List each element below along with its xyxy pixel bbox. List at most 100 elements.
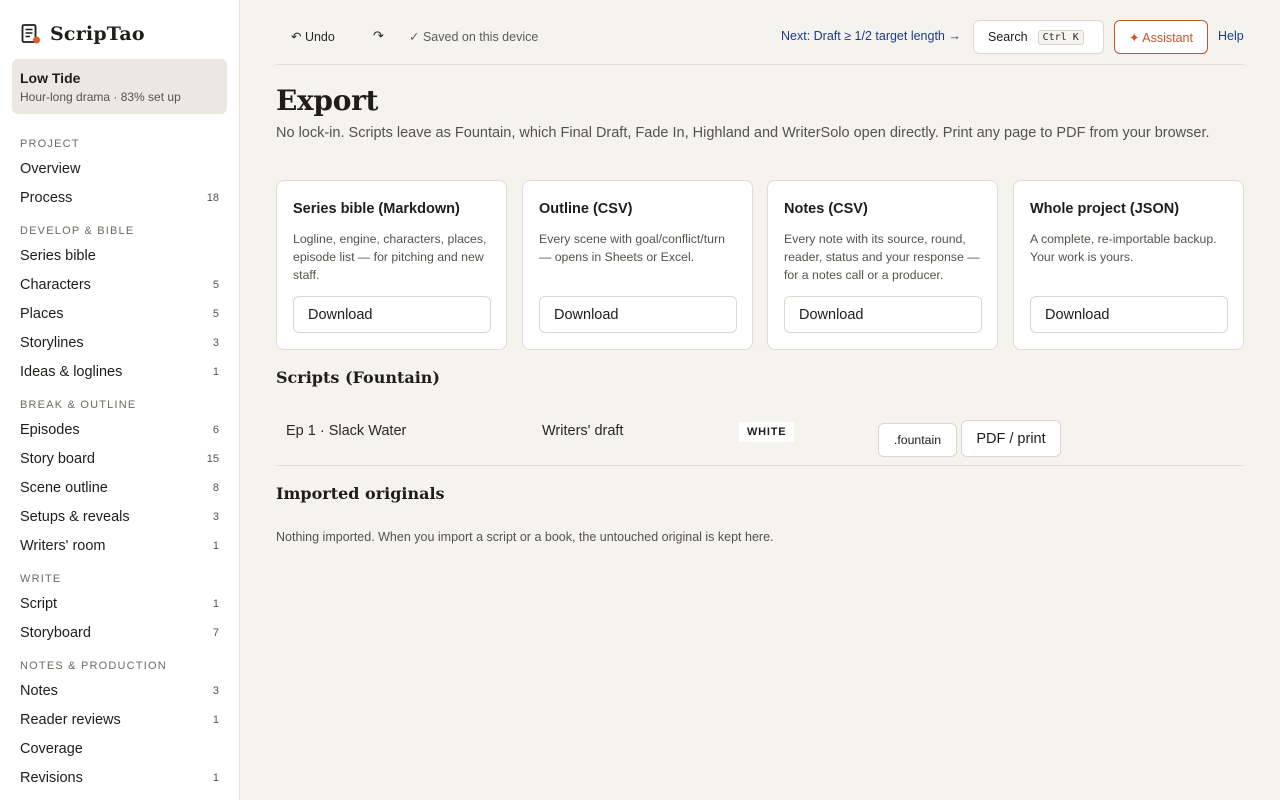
- sidebar-item-notes[interactable]: Notes 3: [0, 676, 239, 705]
- sidebar: ScripTao Low Tide Hour-long drama · 83% …: [0, 0, 240, 800]
- sidebar-item-label: Episodes: [20, 421, 80, 438]
- sidebar-item-label: Setups & reveals: [20, 508, 130, 525]
- script-draft: Writers' draft: [542, 423, 624, 439]
- imported-empty-state: Nothing imported. When you import a scri…: [276, 530, 774, 544]
- sidebar-item-label: Series bible: [20, 247, 96, 264]
- card-title: Notes (CSV): [784, 201, 868, 217]
- sidebar-item-count: 3: [212, 684, 219, 697]
- sidebar-item-count: 15: [206, 452, 219, 465]
- export-card-notes: Notes (CSV) Every note with its source, …: [767, 180, 998, 350]
- sidebar-item-count: 3: [212, 336, 219, 349]
- download-button[interactable]: Download: [1030, 296, 1228, 333]
- sidebar-item-label: Reader reviews: [20, 711, 121, 728]
- card-description: Every scene with goal/conflict/turn — op…: [539, 232, 725, 264]
- project-subtitle: Hour-long drama · 83% set up: [20, 90, 181, 104]
- sidebar-item-reader-reviews[interactable]: Reader reviews 1: [0, 705, 239, 734]
- sidebar-item-places[interactable]: Places 5: [0, 299, 239, 328]
- sidebar-item-label: Ideas & loglines: [20, 363, 123, 380]
- revision-color-badge: WHITE: [739, 422, 795, 442]
- card-description: A complete, re-importable backup. Your w…: [1030, 232, 1217, 264]
- script-episode: Ep 1 · Slack Water: [286, 423, 407, 439]
- redo-button[interactable]: ↷: [373, 28, 384, 44]
- sidebar-item-storylines[interactable]: Storylines 3: [0, 328, 239, 357]
- download-button[interactable]: Download: [784, 296, 982, 333]
- card-description: Every note with its source, round, reade…: [784, 232, 980, 282]
- sidebar-item-label: Characters: [20, 276, 91, 293]
- app-name: ScripTao: [50, 23, 145, 45]
- export-cards: Series bible (Markdown) Logline, engine,…: [276, 180, 1244, 350]
- nav-section-project: PROJECT: [20, 138, 80, 150]
- sidebar-item-count: 1: [212, 597, 219, 610]
- imported-heading: Imported originals: [276, 484, 445, 503]
- sidebar-item-count: 6: [212, 423, 219, 436]
- sidebar-item-scene-outline[interactable]: Scene outline 8: [0, 473, 239, 502]
- pdf-print-button[interactable]: PDF / print: [961, 420, 1061, 457]
- sidebar-item-script[interactable]: Script 1: [0, 589, 239, 618]
- nav-section-develop-bible: DEVELOP & BIBLE: [20, 225, 135, 237]
- sidebar-item-label: Notes: [20, 682, 58, 699]
- sidebar-item-count: 1: [212, 365, 219, 378]
- next-step-link[interactable]: Next: Draft ≥ 1/2 target length →: [781, 29, 961, 43]
- search-label: Search: [988, 30, 1028, 44]
- sidebar-item-setups-reveals[interactable]: Setups & reveals 3: [0, 502, 239, 531]
- export-card-outline: Outline (CSV) Every scene with goal/conf…: [522, 180, 753, 350]
- sidebar-item-label: Script: [20, 595, 58, 612]
- sidebar-item-count: 3: [212, 510, 219, 523]
- sidebar-item-label: Story board: [20, 450, 95, 467]
- card-title: Whole project (JSON): [1030, 201, 1180, 217]
- nav-section-notes-production: NOTES & PRODUCTION: [20, 660, 167, 672]
- sidebar-item-story-board[interactable]: Story board 15: [0, 444, 239, 473]
- sidebar-item-count: 1: [212, 713, 219, 726]
- download-button[interactable]: Download: [539, 296, 737, 333]
- help-link[interactable]: Help: [1218, 29, 1244, 43]
- sidebar-item-label: Overview: [20, 160, 81, 177]
- sidebar-item-count: 18: [206, 191, 219, 204]
- sidebar-item-label: Places: [20, 305, 64, 322]
- sidebar-item-label: Coverage: [20, 740, 83, 757]
- sidebar-item-count: 5: [212, 278, 219, 291]
- sidebar-item-storyboard[interactable]: Storyboard 7: [0, 618, 239, 647]
- sidebar-item-writers-room[interactable]: Writers' room 1: [0, 531, 239, 560]
- sidebar-item-overview[interactable]: Overview: [0, 154, 239, 183]
- script-logo-icon: [20, 23, 42, 45]
- sidebar-item-label: Storylines: [20, 334, 84, 351]
- search-button[interactable]: Search Ctrl K: [973, 20, 1104, 54]
- card-title: Series bible (Markdown): [293, 201, 460, 217]
- sidebar-item-label: Process: [20, 189, 73, 206]
- sidebar-item-ideas-loglines[interactable]: Ideas & loglines 1: [0, 357, 239, 386]
- nav-section-write: WRITE: [20, 573, 62, 585]
- topbar: ↶ Undo ↷ ✓ Saved on this device Next: Dr…: [276, 0, 1244, 65]
- download-button[interactable]: Download: [293, 296, 491, 333]
- sidebar-item-count: 1: [212, 771, 219, 784]
- sidebar-item-episodes[interactable]: Episodes 6: [0, 415, 239, 444]
- sidebar-item-process[interactable]: Process 18: [0, 183, 239, 212]
- sidebar-item-label: Scene outline: [20, 479, 108, 496]
- sidebar-item-coverage[interactable]: Coverage: [0, 734, 239, 763]
- page-title: Export: [276, 84, 379, 117]
- sidebar-item-count: 5: [212, 307, 219, 320]
- assistant-button[interactable]: ✦ Assistant: [1114, 20, 1208, 54]
- sidebar-item-characters[interactable]: Characters 5: [0, 270, 239, 299]
- card-description: Logline, engine, characters, places, epi…: [293, 232, 487, 282]
- sidebar-item-count: 8: [212, 481, 219, 494]
- sidebar-item-label: Writers' room: [20, 537, 106, 554]
- undo-button[interactable]: ↶ Undo: [291, 29, 335, 44]
- sidebar-item-label: Revisions: [20, 769, 83, 786]
- fountain-download-button[interactable]: .fountain: [878, 423, 957, 457]
- sidebar-item-label: Storyboard: [20, 624, 91, 641]
- save-status: ✓ Saved on this device: [409, 30, 539, 44]
- main-content: ↶ Undo ↷ ✓ Saved on this device Next: Dr…: [276, 0, 1244, 800]
- table-row: Ep 1 · Slack Water Writers' draft WHITE …: [276, 412, 1244, 466]
- brand[interactable]: ScripTao: [0, 0, 239, 68]
- scripts-heading: Scripts (Fountain): [276, 368, 440, 387]
- page-description: No lock-in. Scripts leave as Fountain, w…: [276, 125, 1210, 141]
- project-switcher[interactable]: Low Tide Hour-long drama · 83% set up: [12, 59, 227, 114]
- sidebar-item-count: 1: [212, 539, 219, 552]
- export-card-whole-project: Whole project (JSON) A complete, re-impo…: [1013, 180, 1244, 350]
- card-title: Outline (CSV): [539, 201, 633, 217]
- sidebar-item-count: 7: [212, 626, 219, 639]
- export-card-series-bible: Series bible (Markdown) Logline, engine,…: [276, 180, 507, 350]
- sidebar-item-series-bible[interactable]: Series bible: [0, 241, 239, 270]
- nav-section-break-outline: BREAK & OUTLINE: [20, 399, 137, 411]
- sidebar-item-revisions[interactable]: Revisions 1: [0, 763, 239, 792]
